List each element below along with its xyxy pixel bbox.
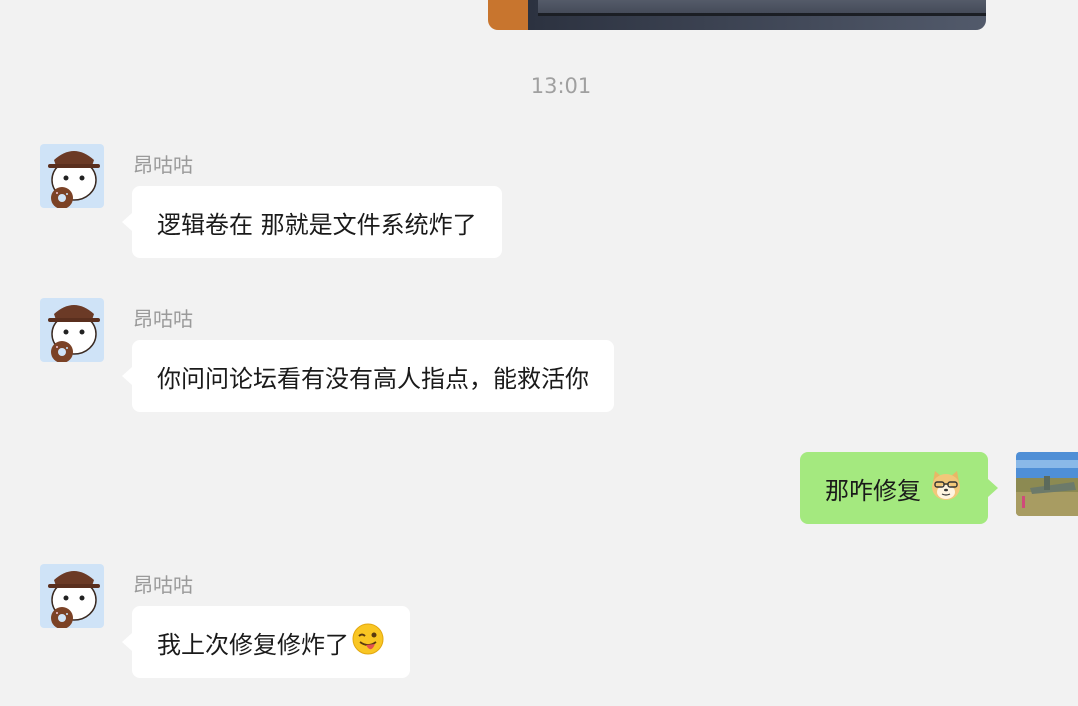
puppy-avatar-icon xyxy=(40,298,104,362)
message-text: 逻辑卷在 那就是文件系统炸了 xyxy=(157,210,477,239)
message-text: 那咋修复 xyxy=(825,476,921,505)
message-bubble-incoming[interactable]: 我上次修复修炸了 xyxy=(122,606,410,678)
message-text: 我上次修复修炸了 xyxy=(157,630,349,659)
sender-name: 昂咕咕 xyxy=(133,573,193,597)
message-text: 你问问论坛看有没有高人指点，能救活你 xyxy=(157,364,589,393)
doge-emoji-icon xyxy=(929,468,963,508)
image-content xyxy=(538,0,986,16)
winking-tongue-emoji-icon xyxy=(351,622,385,662)
sender-name: 昂咕咕 xyxy=(133,153,193,177)
puppy-avatar-icon xyxy=(40,564,104,628)
contact-avatar[interactable] xyxy=(40,564,104,628)
message-bubble-outgoing[interactable]: 那咋修复 xyxy=(800,452,998,524)
image-message[interactable] xyxy=(488,0,986,30)
chat-timestamp: 13:01 xyxy=(530,74,592,98)
puppy-avatar-icon xyxy=(40,144,104,208)
contact-avatar[interactable] xyxy=(40,298,104,362)
sender-name: 昂咕咕 xyxy=(133,307,193,331)
my-avatar[interactable] xyxy=(1016,452,1078,516)
contact-avatar[interactable] xyxy=(40,144,104,208)
message-bubble-incoming[interactable]: 逻辑卷在 那就是文件系统炸了 xyxy=(122,186,502,258)
airplane-photo-avatar-icon xyxy=(1016,452,1078,516)
message-bubble-incoming[interactable]: 你问问论坛看有没有高人指点，能救活你 xyxy=(122,340,614,412)
